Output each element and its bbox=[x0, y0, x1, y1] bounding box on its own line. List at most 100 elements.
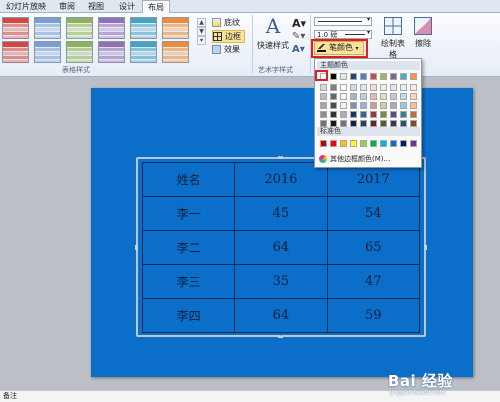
table-style-swatch[interactable] bbox=[130, 41, 157, 63]
table-cell[interactable]: 李一 bbox=[141, 196, 236, 231]
standard-color-swatch[interactable] bbox=[370, 140, 377, 147]
theme-color-swatch[interactable] bbox=[350, 93, 357, 100]
table-style-swatch[interactable] bbox=[66, 17, 93, 39]
theme-color-swatch[interactable] bbox=[400, 111, 407, 118]
theme-color-swatch[interactable] bbox=[370, 120, 377, 127]
table-style-swatch[interactable] bbox=[66, 41, 93, 63]
theme-color-swatch[interactable] bbox=[390, 111, 397, 118]
table-cell[interactable]: 64 bbox=[234, 298, 328, 333]
table-cell[interactable]: 45 bbox=[234, 196, 328, 231]
theme-color-swatch[interactable] bbox=[340, 120, 347, 127]
erase-button[interactable]: 擦除 bbox=[410, 15, 436, 49]
theme-color-swatch[interactable] bbox=[410, 73, 417, 80]
theme-color-swatch[interactable] bbox=[350, 120, 357, 127]
theme-color-swatch[interactable] bbox=[340, 84, 347, 91]
theme-color-swatch[interactable] bbox=[330, 84, 337, 91]
theme-color-swatch[interactable] bbox=[320, 111, 327, 118]
table-style-swatch[interactable] bbox=[34, 17, 61, 39]
theme-color-swatch[interactable] bbox=[330, 102, 337, 109]
theme-color-swatch[interactable] bbox=[330, 120, 337, 127]
theme-color-swatch[interactable] bbox=[410, 102, 417, 109]
standard-color-swatch[interactable] bbox=[390, 140, 397, 147]
theme-color-swatch[interactable] bbox=[370, 111, 377, 118]
tab-review[interactable]: 审阅 bbox=[54, 0, 80, 13]
pen-weight-dropdown[interactable]: 1.0 磅 ▾ bbox=[314, 29, 372, 39]
standard-color-swatch[interactable] bbox=[360, 140, 367, 147]
theme-color-swatch[interactable] bbox=[330, 93, 337, 100]
theme-color-swatch[interactable] bbox=[360, 73, 367, 80]
standard-color-swatch[interactable] bbox=[380, 140, 387, 147]
quick-styles-button[interactable]: A 快速样式 bbox=[256, 15, 290, 51]
theme-color-swatch[interactable] bbox=[410, 120, 417, 127]
standard-color-swatch[interactable] bbox=[350, 140, 357, 147]
tab-slideshow[interactable]: 幻灯片放映 bbox=[2, 0, 50, 13]
theme-color-swatch[interactable] bbox=[380, 102, 387, 109]
resize-handle[interactable] bbox=[135, 245, 138, 250]
table-cell[interactable]: 59 bbox=[326, 298, 421, 333]
table-cell[interactable]: 54 bbox=[326, 196, 421, 231]
standard-color-swatch[interactable] bbox=[340, 140, 347, 147]
theme-color-swatch[interactable] bbox=[320, 102, 327, 109]
theme-color-swatch[interactable] bbox=[360, 102, 367, 109]
theme-color-swatch[interactable] bbox=[340, 111, 347, 118]
theme-color-swatch[interactable] bbox=[410, 84, 417, 91]
theme-color-swatch[interactable] bbox=[360, 120, 367, 127]
table-cell[interactable]: 李三 bbox=[141, 264, 236, 299]
theme-color-swatch[interactable] bbox=[410, 93, 417, 100]
theme-color-swatch[interactable] bbox=[360, 93, 367, 100]
table-style-swatch[interactable] bbox=[162, 41, 189, 63]
theme-color-swatch[interactable] bbox=[400, 93, 407, 100]
table-style-swatch[interactable] bbox=[34, 41, 61, 63]
more-border-colors-item[interactable]: 其他边框颜色(M)... bbox=[318, 153, 418, 165]
theme-color-swatch[interactable] bbox=[360, 84, 367, 91]
theme-color-swatch[interactable] bbox=[340, 102, 347, 109]
standard-color-swatch[interactable] bbox=[400, 140, 407, 147]
table-cell[interactable]: 64 bbox=[234, 230, 328, 265]
theme-color-swatch[interactable] bbox=[340, 93, 347, 100]
theme-color-swatch[interactable] bbox=[390, 120, 397, 127]
resize-handle[interactable]: ··· bbox=[278, 155, 283, 160]
data-table[interactable]: 姓名 2016 2017 李一 45 54 李二 64 65 李三 35 47 … bbox=[141, 162, 421, 333]
theme-color-swatch[interactable] bbox=[380, 84, 387, 91]
theme-color-swatch[interactable] bbox=[390, 102, 397, 109]
theme-color-swatch[interactable] bbox=[370, 93, 377, 100]
gallery-up-icon[interactable]: ▲ bbox=[197, 18, 206, 27]
resize-handle[interactable] bbox=[424, 245, 427, 250]
theme-color-swatch[interactable] bbox=[390, 84, 397, 91]
standard-color-swatch[interactable] bbox=[330, 140, 337, 147]
theme-color-swatch[interactable] bbox=[390, 73, 397, 80]
theme-color-swatch[interactable] bbox=[400, 84, 407, 91]
resize-handle[interactable]: ··· bbox=[278, 334, 283, 339]
gallery-down-icon[interactable]: ▼ bbox=[197, 27, 206, 36]
theme-color-swatch[interactable] bbox=[390, 93, 397, 100]
table-style-swatch[interactable] bbox=[2, 17, 29, 39]
theme-color-swatch[interactable] bbox=[330, 73, 337, 80]
theme-color-swatch[interactable] bbox=[350, 102, 357, 109]
theme-color-swatch[interactable] bbox=[350, 73, 357, 80]
shading-button[interactable]: 底纹 bbox=[212, 17, 240, 28]
theme-color-swatch[interactable] bbox=[320, 120, 327, 127]
theme-color-swatch[interactable] bbox=[380, 111, 387, 118]
table-style-swatch[interactable] bbox=[162, 17, 189, 39]
tab-design[interactable]: 设计 bbox=[114, 0, 140, 13]
text-outline-icon[interactable]: ✎▾ bbox=[292, 31, 305, 42]
theme-color-swatch[interactable] bbox=[370, 84, 377, 91]
table-header-cell[interactable]: 姓名 bbox=[141, 162, 236, 197]
theme-color-swatch[interactable] bbox=[350, 84, 357, 91]
theme-color-swatch[interactable] bbox=[320, 93, 327, 100]
pen-style-dropdown[interactable]: ▾ bbox=[314, 16, 372, 26]
effects-button[interactable]: 效果 bbox=[212, 44, 240, 55]
table-cell[interactable]: 李四 bbox=[141, 298, 236, 333]
table-style-swatch[interactable] bbox=[130, 17, 157, 39]
table-style-swatch[interactable] bbox=[2, 41, 29, 63]
table-cell[interactable]: 47 bbox=[326, 264, 421, 299]
borders-button[interactable]: 边框 bbox=[212, 30, 245, 43]
theme-color-swatch[interactable] bbox=[380, 93, 387, 100]
theme-color-swatch[interactable] bbox=[400, 102, 407, 109]
theme-color-swatch[interactable] bbox=[330, 111, 337, 118]
theme-color-swatch[interactable] bbox=[380, 120, 387, 127]
table-style-swatch[interactable] bbox=[98, 17, 125, 39]
theme-color-swatch[interactable] bbox=[320, 84, 327, 91]
theme-color-swatch[interactable] bbox=[370, 102, 377, 109]
standard-color-swatch[interactable] bbox=[410, 140, 417, 147]
